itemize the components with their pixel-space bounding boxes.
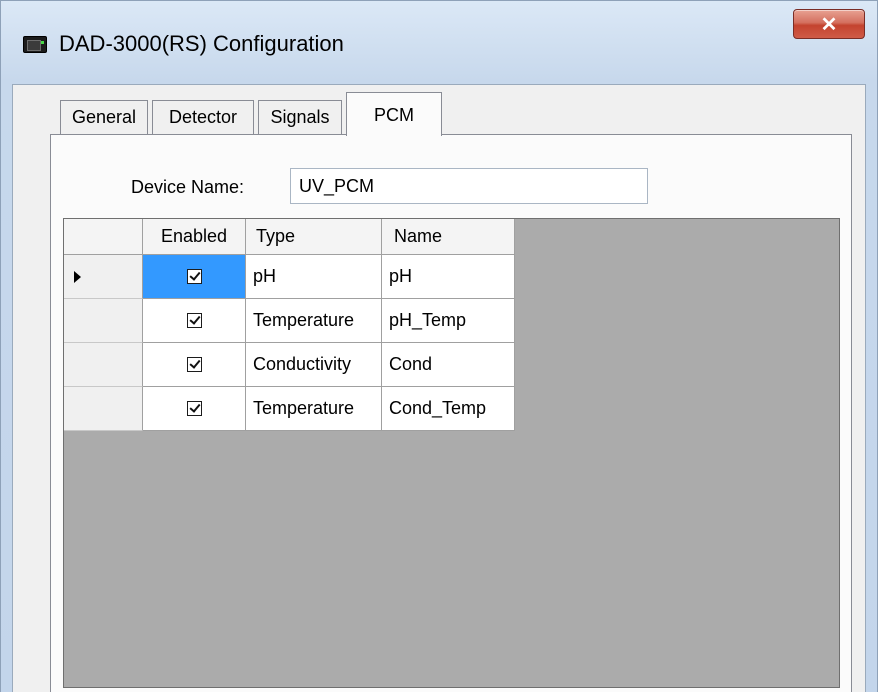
row-selector[interactable] [64,255,143,299]
name-cell[interactable]: Cond [382,343,515,387]
enabled-checkbox[interactable] [186,313,202,328]
column-header-type[interactable]: Type [246,219,382,255]
name-cell[interactable]: Cond_Temp [382,387,515,431]
tab-label: Detector [168,107,238,127]
name-cell[interactable]: pH_Temp [382,299,515,343]
current-row-arrow-icon [74,270,81,283]
row-selector[interactable] [64,343,143,387]
enabled-checkbox[interactable] [186,401,202,416]
column-header-name[interactable]: Name [382,219,515,255]
type-cell[interactable]: pH [246,255,382,299]
close-button[interactable]: ✕ [793,9,865,39]
enabled-cell[interactable] [143,299,246,343]
device-icon [23,36,47,53]
tab-label: Signals [270,107,330,127]
title-bar[interactable]: DAD-3000(RS) Configuration ✕ [1,1,877,85]
device-name-label: Device Name: [131,177,245,197]
tab-signals[interactable]: Signals [258,100,342,134]
type-cell[interactable]: Temperature [246,299,382,343]
tab-label: PCM [374,105,414,125]
window-title: DAD-3000(RS) Configuration [59,31,344,56]
close-icon: ✕ [820,13,838,36]
column-header-enabled[interactable]: Enabled [143,219,246,255]
corner-header [64,219,143,255]
device-name-input[interactable] [290,168,648,204]
enabled-cell[interactable] [143,387,246,431]
tab-pcm[interactable]: PCM [346,92,442,136]
enabled-cell[interactable] [143,255,246,299]
tab-general[interactable]: General [60,100,148,134]
pcm-channel-grid[interactable]: Enabled Type Name pH pH Temperature pH_T… [63,218,840,688]
type-cell[interactable]: Temperature [246,387,382,431]
enabled-cell[interactable] [143,343,246,387]
tab-label: General [71,107,137,127]
tab-detector[interactable]: Detector [152,100,254,134]
type-cell[interactable]: Conductivity [246,343,382,387]
row-selector[interactable] [64,299,143,343]
name-cell[interactable]: pH [382,255,515,299]
enabled-checkbox[interactable] [186,269,202,284]
row-selector[interactable] [64,387,143,431]
enabled-checkbox[interactable] [186,357,202,372]
